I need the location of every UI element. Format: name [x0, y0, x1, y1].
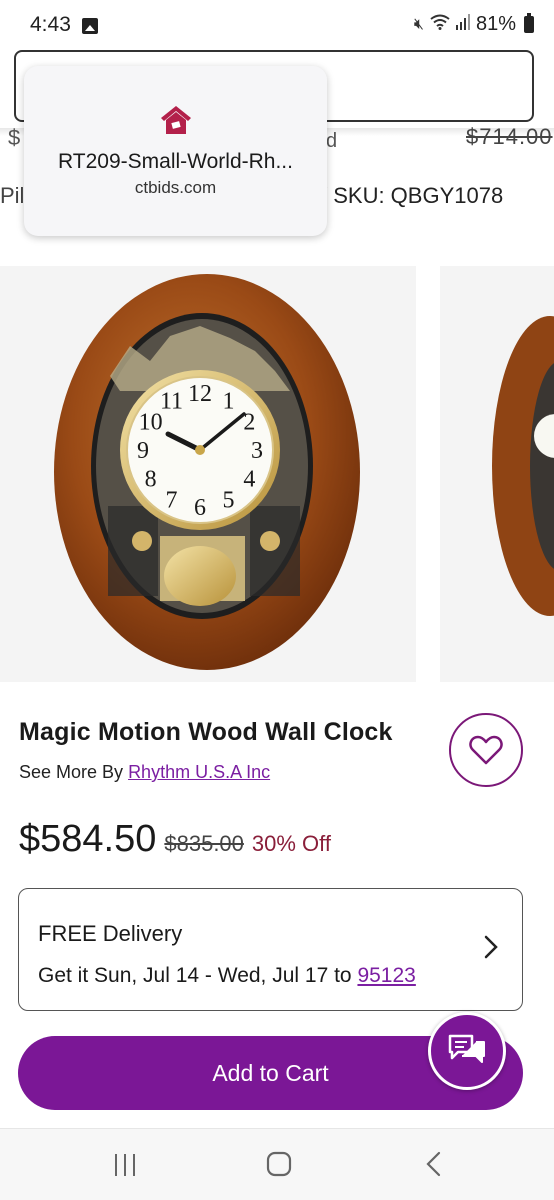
chat-icon — [448, 1034, 485, 1063]
link-preview-popup[interactable]: RT209-Small-World-Rh... ctbids.com — [24, 66, 327, 236]
delivery-date: Get it Sun, Jul 14 - Wed, Jul 17 to 9512… — [38, 964, 416, 988]
wifi-icon — [430, 14, 450, 35]
popup-title: RT209-Small-World-Rh... — [58, 150, 293, 173]
product-title: Magic Motion Wood Wall Clock — [19, 718, 393, 746]
original-price: $835.00 — [164, 831, 244, 856]
clock-numeral: 6 — [194, 495, 206, 521]
brand-link[interactable]: Rhythm U.S.A Inc — [128, 762, 270, 782]
clock-numeral: 1 — [223, 389, 235, 415]
delivery-title: FREE Delivery — [38, 921, 183, 946]
product-image-next[interactable] — [440, 266, 554, 682]
image-icon — [82, 18, 98, 34]
clock-numeral: 12 — [188, 381, 212, 407]
clock-numeral: 9 — [137, 438, 149, 464]
clock-numeral: 5 — [223, 487, 235, 513]
sale-price: $584.50 — [19, 818, 157, 860]
battery-icon — [524, 13, 534, 33]
partial-price-left: $ — [8, 125, 21, 150]
see-more-label: See More By — [19, 762, 124, 782]
clock-numeral: 8 — [145, 467, 157, 493]
chevron-right-icon — [484, 935, 498, 959]
status-bar: 4:43 🔇︎ 81% — [0, 0, 554, 52]
ctbids-logo-icon — [161, 106, 191, 134]
signal-icon — [455, 14, 470, 35]
wishlist-button[interactable] — [449, 713, 523, 787]
popup-domain: ctbids.com — [134, 178, 217, 197]
discount-badge: 30% Off — [251, 831, 331, 856]
system-nav-bar — [0, 1128, 554, 1200]
heart-icon — [469, 735, 503, 765]
product-image[interactable]: 12 1 2 3 4 5 6 7 8 9 10 11 — [0, 266, 416, 682]
clock-numeral: 11 — [160, 389, 183, 415]
clock-numeral: 4 — [243, 467, 255, 493]
status-time: 4:43 — [30, 13, 71, 36]
price-row: $584.50 $835.00 30% Off — [19, 818, 331, 861]
clock-numeral: 3 — [251, 438, 263, 464]
status-icons: 🔇︎ 81% — [414, 13, 534, 36]
battery-percent: 81% — [475, 13, 516, 35]
partial-price-right: $714.00 — [466, 124, 553, 149]
delivery-date-text: Get it Sun, Jul 14 - Wed, Jul 17 to — [38, 964, 352, 987]
back-icon[interactable] — [424, 1151, 444, 1177]
delivery-card[interactable]: FREE Delivery Get it Sun, Jul 14 - Wed, … — [18, 888, 523, 1011]
partial-text: d — [326, 130, 338, 152]
chat-button[interactable] — [428, 1012, 506, 1090]
breadcrumb-sku: / SKU: QBGY1078 — [321, 183, 504, 208]
mute-icon: 🔇︎ — [413, 15, 424, 33]
see-more-by: See More By Rhythm U.S.A Inc — [19, 762, 270, 783]
home-icon[interactable] — [266, 1151, 292, 1177]
recent-apps-icon[interactable] — [112, 1152, 138, 1178]
zip-code-link[interactable]: 95123 — [357, 964, 415, 987]
breadcrumb-partial[interactable]: Pil — [0, 183, 24, 209]
clock-numeral: 7 — [166, 487, 178, 513]
